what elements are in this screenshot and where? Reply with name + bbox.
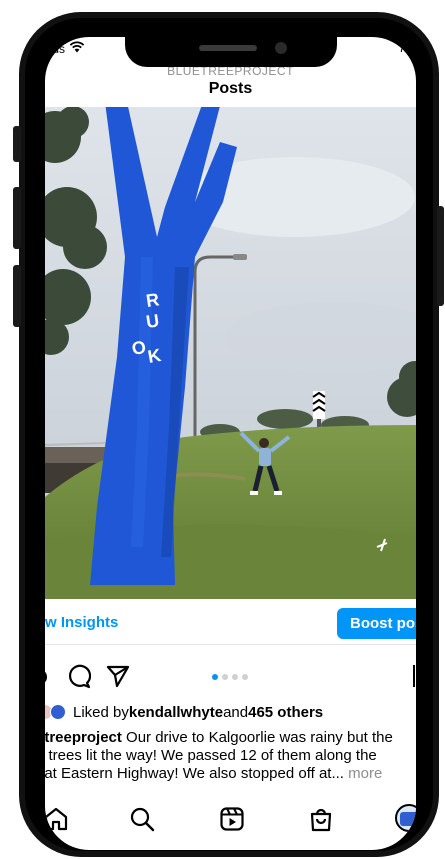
caption-line: e trees lit the way! We passed 12 of the… (45, 747, 377, 764)
silent-switch (13, 126, 21, 162)
boost-post-button[interactable]: Boost pos (337, 608, 416, 639)
share-icon[interactable] (105, 663, 131, 694)
post-caption: etreeproject Our drive to Kalgoorlie was… (45, 729, 408, 783)
volume-down-button (13, 265, 21, 327)
profile-avatar[interactable] (395, 804, 416, 832)
save-icon[interactable] (413, 665, 416, 687)
notch (125, 37, 337, 67)
avatar (50, 704, 66, 720)
carousel-dot (222, 674, 228, 680)
front-camera (275, 42, 287, 54)
bottom-tab-bar (45, 792, 416, 850)
caption-text: eat Eastern Highway! We also stopped off… (45, 765, 344, 782)
likes-row[interactable]: Liked by kendallwhyte and 465 others (45, 702, 416, 722)
trunk-letter: R (145, 289, 161, 311)
carousel-dot (232, 674, 238, 680)
reels-icon[interactable] (219, 806, 245, 837)
volume-up-button (13, 187, 21, 249)
like-icon[interactable] (45, 669, 47, 685)
likes-count[interactable]: 465 others (248, 704, 323, 721)
likes-prefix: Liked by (73, 703, 129, 721)
earpiece-speaker (199, 45, 257, 51)
carousel-dot (212, 674, 218, 680)
carousel-indicator (212, 674, 248, 680)
page-title: Posts (208, 80, 253, 97)
likes-middle: and (223, 703, 249, 721)
caption-more-link[interactable]: more (344, 765, 382, 782)
post-photo[interactable]: R U O K (45, 107, 416, 599)
carrier-text: tus (49, 41, 66, 56)
post-actions (45, 655, 416, 695)
insights-bar: w Insights Boost pos (45, 603, 416, 645)
shop-icon[interactable] (308, 806, 334, 837)
home-icon[interactable] (45, 806, 69, 837)
caption-username[interactable]: etreeproject (45, 729, 122, 746)
liker-avatars (45, 704, 67, 720)
battery-percentage: 78 (398, 41, 412, 55)
liker-username[interactable]: kendallwhyte (129, 704, 223, 721)
caption-line: etreeproject Our drive to Kalgoorlie was… (45, 729, 408, 747)
status-bar-left: tus (49, 41, 85, 56)
view-insights-link[interactable]: w Insights (45, 614, 118, 631)
caption-text: Our drive to Kalgoorlie was rainy but th… (121, 729, 393, 746)
carousel-dot (242, 674, 248, 680)
search-icon[interactable] (129, 806, 155, 837)
caption-line: eat Eastern Highway! We also stopped off… (45, 765, 408, 783)
power-button (437, 206, 444, 306)
avatar-image (400, 812, 416, 826)
trunk-letter: U (145, 310, 161, 332)
comment-icon[interactable] (65, 663, 92, 694)
phone-screen: tus 78 BLUETREEPROJECT Posts R U O K w I… (45, 37, 416, 850)
wifi-icon (69, 41, 85, 56)
